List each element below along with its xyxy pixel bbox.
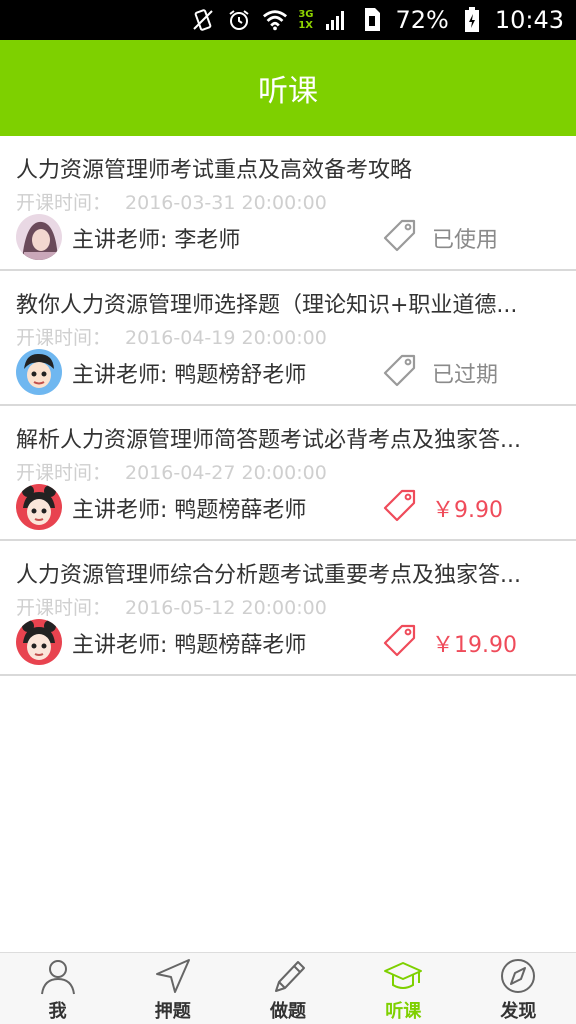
teacher-name: 主讲老师: 李老师 <box>72 228 241 253</box>
course-time: 开课时间： 2016-03-31 20:00:00 <box>16 188 327 215</box>
teacher-avatar <box>16 484 62 530</box>
course-status: 已过期 <box>432 363 499 388</box>
navigation-arrow-icon <box>155 959 190 993</box>
course-time-value: 2016-05-12 20:00:00 <box>125 597 327 619</box>
tab-label: 做题 <box>270 1001 306 1022</box>
vibrate-icon <box>190 7 216 33</box>
graduation-cap-icon <box>384 962 423 989</box>
battery-charging-icon <box>459 7 485 33</box>
clock: 10:43 <box>494 6 564 34</box>
teacher-name: 主讲老师: 鸭题榜舒老师 <box>72 363 307 388</box>
course-title: 人力资源管理师考试重点及高效备考攻略 <box>16 158 413 183</box>
bottom-tab-bar: 我 押题 做题 听课 发现 <box>0 952 576 1024</box>
course-time-label: 开课时间： <box>16 462 112 484</box>
course-time-label: 开课时间： <box>16 192 112 214</box>
network-indicator: 3G 1X <box>298 9 313 31</box>
status-bar: 3G 1X 72% 10:43 <box>0 0 576 40</box>
course-item[interactable]: 教你人力资源管理师选择题（理论知识+职业道德... 开课时间： 2016-04-1… <box>0 271 576 406</box>
tab-listen[interactable]: 听课 <box>346 953 461 1024</box>
course-title: 解析人力资源管理师简答题考试必背考点及独家答... <box>16 428 521 453</box>
tab-me[interactable]: 我 <box>0 953 115 1024</box>
course-time-label: 开课时间： <box>16 597 112 619</box>
battery-percent: 72% <box>395 6 449 34</box>
tab-label: 我 <box>48 1001 67 1022</box>
price-tag-icon <box>382 488 418 524</box>
person-icon <box>40 960 75 995</box>
course-time: 开课时间： 2016-04-19 20:00:00 <box>16 323 327 350</box>
course-item[interactable]: 解析人力资源管理师简答题考试必背考点及独家答... 开课时间： 2016-04-2… <box>0 406 576 541</box>
pencil-icon <box>275 961 305 992</box>
teacher-name: 主讲老师: 鸭题榜薛老师 <box>72 498 307 523</box>
price-tag-icon <box>382 353 418 389</box>
course-time-value: 2016-04-19 20:00:00 <box>125 327 327 349</box>
tab-label: 听课 <box>385 1001 422 1022</box>
price-tag-icon <box>382 623 418 659</box>
wifi-icon <box>262 7 288 33</box>
teacher-avatar <box>16 349 62 395</box>
course-status: 已使用 <box>432 228 499 253</box>
course-time: 开课时间： 2016-04-27 20:00:00 <box>16 458 327 485</box>
tab-practice[interactable]: 做题 <box>230 953 345 1024</box>
course-price: ￥19.90 <box>432 633 517 658</box>
course-item[interactable]: 人力资源管理师综合分析题考试重要考点及独家答... 开课时间： 2016-05-1… <box>0 541 576 676</box>
course-item[interactable]: 人力资源管理师考试重点及高效备考攻略 开课时间： 2016-03-31 20:00… <box>0 136 576 271</box>
status-icons: 3G 1X 72% 10:43 <box>190 0 564 40</box>
teacher-name: 主讲老师: 鸭题榜薛老师 <box>72 633 307 658</box>
course-time-label: 开课时间： <box>16 327 112 349</box>
teacher-avatar <box>16 214 62 260</box>
teacher-avatar <box>16 619 62 665</box>
course-price: ￥9.90 <box>432 498 503 523</box>
sim-card-icon <box>359 7 385 33</box>
course-title: 人力资源管理师综合分析题考试重要考点及独家答... <box>16 563 521 588</box>
signal-icon <box>323 7 349 33</box>
tab-label: 发现 <box>500 1001 537 1022</box>
course-title: 教你人力资源管理师选择题（理论知识+职业道德... <box>16 293 518 318</box>
compass-icon <box>501 959 536 993</box>
course-time: 开课时间： 2016-05-12 20:00:00 <box>16 593 327 620</box>
alarm-icon <box>226 7 252 33</box>
course-list: 人力资源管理师考试重点及高效备考攻略 开课时间： 2016-03-31 20:00… <box>0 136 576 676</box>
tab-predict[interactable]: 押题 <box>115 953 230 1024</box>
course-time-value: 2016-04-27 20:00:00 <box>125 462 327 484</box>
price-tag-icon <box>382 218 418 254</box>
page-title: 听课 <box>258 74 318 109</box>
network-type-bottom: 1X <box>298 20 313 31</box>
app-header: 听课 <box>0 40 576 136</box>
tab-discover[interactable]: 发现 <box>461 953 576 1024</box>
tab-label: 押题 <box>154 1001 191 1022</box>
network-type-top: 3G <box>298 9 314 20</box>
course-time-value: 2016-03-31 20:00:00 <box>125 192 327 214</box>
